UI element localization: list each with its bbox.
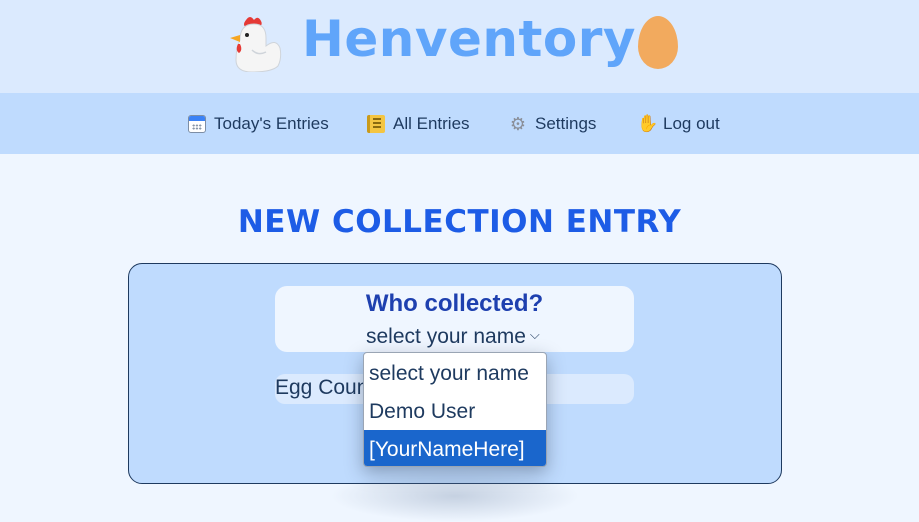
calendar-icon [188,115,206,133]
nav-item-label: Today's Entries [214,114,329,133]
dropdown-option[interactable]: Demo User [364,392,546,430]
brand: Henventory [0,0,919,93]
name-select-value: select your name [366,325,526,348]
nav-item-all-entries[interactable]: All Entries [367,112,470,136]
dropdown-option-highlighted[interactable]: [YourNameHere] [364,430,546,466]
dropdown-option[interactable]: select your name [364,353,546,392]
egg-count-label: Egg Coun [275,376,369,399]
nav-item-todays-entries[interactable]: Today's Entries [188,112,329,136]
name-select[interactable]: select your name ⌵ [366,324,540,350]
nav-item-log-out[interactable]: ✋ Log out [637,112,720,136]
nav-item-label: Settings [535,114,597,133]
header: Henventory [0,0,919,93]
egg-icon [638,16,678,69]
name-dropdown-list: select your name Demo User [YourNameHere… [363,352,547,467]
waving-hand-icon: ✋ [637,114,659,133]
who-collected-field: Who collected? select your name ⌵ [275,286,634,352]
nav-item-label: Log out [663,114,720,133]
chicken-icon [230,17,282,72]
notebook-icon [367,115,385,133]
chevron-down-icon: ⌵ [529,327,540,342]
gear-icon: ⚙ [509,114,527,134]
nav-item-settings[interactable]: ⚙ Settings [509,112,597,136]
page-title: NEW COLLECTION ENTRY [237,204,682,240]
brand-title: Henventory [302,10,636,68]
nav-item-label: All Entries [393,114,470,133]
nav-bar: Today's Entries All Entries ⚙ Settings ✋… [0,93,919,154]
who-collected-label: Who collected? [365,290,544,317]
submit-shadow [330,470,580,522]
